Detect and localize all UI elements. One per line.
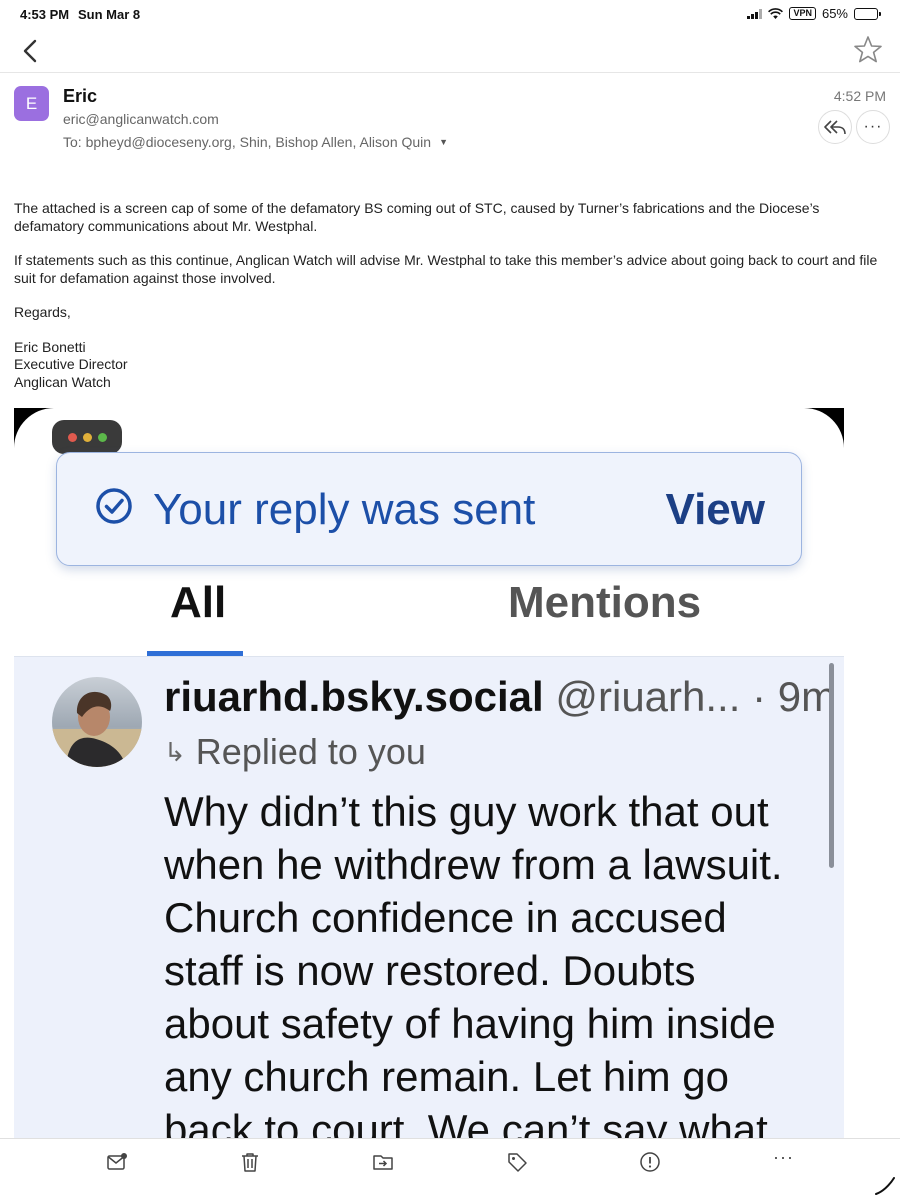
recipients-line[interactable]: To: bpheyd@dioceseny.org, Shin, Bishop A… <box>63 134 448 150</box>
signature-line: Executive Director <box>14 356 128 372</box>
trash-icon[interactable] <box>239 1151 261 1173</box>
text-line: back to court. We can’t say what <box>164 1106 768 1138</box>
signature-line: Anglican Watch <box>14 373 111 390</box>
more-options-button[interactable]: ··· <box>856 110 890 144</box>
reply-arrow-icon: ↳ <box>164 736 186 767</box>
reply-all-icon <box>824 120 846 135</box>
text-line: when he withdrew from a lawsuit. <box>164 841 783 888</box>
bottom-toolbar: ··· <box>0 1138 900 1200</box>
author-handle-time: @riuarh... · 9m <box>543 673 837 720</box>
notification-item: riuarhd.bsky.social @riuarh... · 9m ↳ Re… <box>14 657 844 1138</box>
text-line: Why didn’t this guy work that out <box>164 788 769 835</box>
yellow-dot-icon <box>82 432 92 442</box>
replied-indicator: ↳ Replied to you <box>164 731 426 773</box>
scrollbar <box>829 663 834 868</box>
status-indicators: VPN 65% <box>747 6 881 21</box>
author-name: riuarhd.bsky.social <box>164 673 544 720</box>
green-dot-icon <box>97 432 107 442</box>
text-line: Church confidence in accused <box>164 894 727 941</box>
check-circle-icon <box>96 488 132 524</box>
more-icon[interactable]: ··· <box>773 1147 794 1168</box>
status-date: Sun Mar 8 <box>78 7 141 22</box>
text-line: any church remain. Let him go <box>164 1053 729 1100</box>
text-line: staff is now restored. Doubts <box>164 947 696 994</box>
star-icon[interactable] <box>852 34 884 66</box>
tag-icon[interactable] <box>506 1151 528 1173</box>
signature-line: Eric Bonetti <box>14 338 86 355</box>
sent-time: 4:52 PM <box>833 88 886 104</box>
sender-avatar: E <box>14 86 49 121</box>
reply-sent-toast: Your reply was sent View <box>56 452 802 566</box>
header-divider <box>0 72 900 73</box>
more-horizontal-icon: ··· <box>863 118 883 135</box>
sender-name[interactable]: Eric <box>63 86 97 107</box>
red-dot-icon <box>67 432 77 442</box>
user-avatar <box>52 677 142 767</box>
signature: Eric Bonetti Executive Director Anglican… <box>14 339 886 392</box>
reply-all-button[interactable] <box>818 110 852 144</box>
sender-email: eric@anglicanwatch.com <box>63 111 219 127</box>
move-to-folder-icon[interactable] <box>372 1151 394 1173</box>
toast-view-link: View <box>665 485 765 534</box>
pencil-stroke-icon <box>875 1177 895 1195</box>
body-paragraph: The attached is a screen cap of some of … <box>14 200 820 234</box>
window-controls <box>52 420 122 454</box>
notification-text: Why didn’t this guy work that out when h… <box>164 785 824 1138</box>
text-line: about safety of having him inside <box>164 1000 776 1047</box>
wifi-icon <box>768 7 784 19</box>
cellular-signal-icon <box>747 8 763 19</box>
tab-mentions: Mentions <box>508 578 702 627</box>
battery-icon <box>854 7 881 20</box>
vpn-badge: VPN <box>789 7 816 20</box>
status-bar: 4:53 PM Sun Mar 8 VPN 65% <box>0 0 900 30</box>
toast-message: Your reply was sent <box>153 485 536 534</box>
notification-author: riuarhd.bsky.social @riuarh... · 9m <box>164 673 836 721</box>
chevron-left-icon[interactable] <box>16 36 46 66</box>
tab-all: All <box>170 578 227 627</box>
body-paragraph: Regards, <box>14 304 71 320</box>
battery-percent: 65% <box>821 6 848 21</box>
attached-image[interactable]: Your reply was sent View All Mentions ri… <box>14 408 844 1138</box>
recipients-text: To: bpheyd@dioceseny.org, Shin, Bishop A… <box>63 134 432 150</box>
replied-text: Replied to you <box>195 731 426 772</box>
mail-unread-icon[interactable] <box>106 1151 128 1173</box>
status-time: 4:53 PM <box>20 7 70 22</box>
body-paragraph: If statements such as this continue, Ang… <box>14 252 878 286</box>
caret-down-icon[interactable]: ▼ <box>439 137 448 147</box>
user-photo <box>52 677 142 767</box>
email-body: The attached is a screen cap of some of … <box>14 200 886 391</box>
report-spam-icon[interactable] <box>639 1151 661 1173</box>
